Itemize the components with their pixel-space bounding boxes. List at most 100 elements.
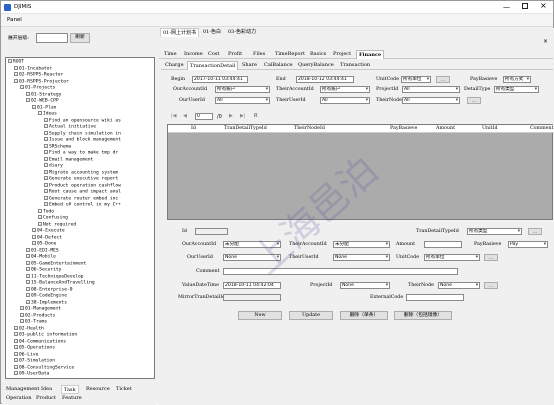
tree-node[interactable]: -02-Products: [20, 312, 55, 319]
tree-node[interactable]: - Issue and block management: [44, 137, 121, 143]
tree-expander-icon[interactable]: -: [44, 117, 48, 122]
valuedate-field[interactable]: 2018-10-11 04:42:04: [223, 282, 281, 289]
tree-expander-icon[interactable]: -: [14, 364, 18, 369]
tab-timereport[interactable]: TimeReport: [273, 50, 307, 59]
tree-expander-icon[interactable]: -: [38, 208, 42, 213]
project-tree[interactable]: - ROOT -01-Incubator -02-RSPPS-Reactor -03-R…: [5, 57, 155, 379]
tree-expander-icon[interactable]: -: [26, 273, 30, 278]
tree-expander-icon[interactable]: -: [44, 130, 48, 135]
tree-expander-icon[interactable]: -: [32, 228, 36, 232]
end-datetime[interactable]: 2018-10-12 03:44:41: [296, 76, 354, 83]
tree-expander-icon[interactable]: -: [20, 319, 24, 323]
grid-col-unitid[interactable]: UnitId: [482, 125, 498, 132]
maximize-icon[interactable]: [522, 3, 528, 9]
ouraccount-filter[interactable]: 所有账户: [215, 86, 270, 93]
tree-node[interactable]: -02-RSPPS-Reactor: [14, 72, 63, 78]
externalcode-field[interactable]: [406, 294, 464, 301]
unitcode-filter[interactable]: 所有单位: [401, 76, 431, 83]
tree-node[interactable]: -05-Done: [32, 241, 56, 247]
tree-expander-icon[interactable]: -: [44, 124, 48, 128]
tree-node[interactable]: -03-EDI-MES: [26, 247, 59, 254]
tab-cost[interactable]: Cost: [206, 50, 221, 59]
tree-expander-icon[interactable]: -: [20, 306, 24, 310]
tree-expander-icon[interactable]: -: [44, 195, 48, 200]
tree-node[interactable]: -01-Strategy: [26, 91, 61, 98]
theiraccount-filter[interactable]: 所有账户: [320, 86, 370, 93]
tree-expander-icon[interactable]: -: [26, 254, 30, 258]
tree-expander-icon[interactable]: -: [32, 104, 36, 109]
comment-field[interactable]: [223, 268, 458, 275]
detailtype-form-select[interactable]: 所有类型: [467, 228, 522, 235]
tree-node[interactable]: - Migrate accounting system: [44, 169, 118, 176]
theirnode-filter[interactable]: All: [402, 97, 460, 104]
tree-node[interactable]: -09-CodeEngine: [26, 293, 67, 299]
tree-expander-icon[interactable]: -: [14, 338, 18, 343]
close-icon[interactable]: ×: [540, 1, 547, 10]
tree-node[interactable]: -01-Plan: [32, 104, 56, 111]
minimize-icon[interactable]: —: [503, 3, 510, 11]
delete-single-button[interactable]: 删除（单条）: [340, 311, 388, 320]
tree-node[interactable]: -05-Operations: [14, 345, 55, 351]
tree-expander-icon[interactable]: -: [14, 72, 18, 76]
tree-node[interactable]: -05-GameEntertainment: [26, 260, 86, 267]
unitcode-form-select[interactable]: 所有单位: [424, 254, 480, 261]
tree-node[interactable]: -04-Defect: [32, 234, 62, 241]
grid-col-theirnodeid[interactable]: TheirNodeId: [294, 125, 325, 132]
tab-color-white[interactable]: 01-色白: [201, 28, 223, 37]
grid-col-paybasieve[interactable]: PayBasieve: [390, 125, 417, 132]
tab-color-power[interactable]: 03-色彩动力: [226, 28, 258, 37]
tree-expander-icon[interactable]: -: [14, 325, 18, 330]
tree-expander-icon[interactable]: -: [32, 234, 36, 239]
tree-node[interactable]: - Generate executive report: [44, 176, 118, 182]
tree-expander-icon[interactable]: -: [44, 176, 48, 180]
ouruser-filter[interactable]: All: [215, 97, 270, 104]
amount-field[interactable]: [424, 241, 462, 248]
tree-node[interactable]: -04-Execute: [32, 228, 65, 234]
tree-expander-icon[interactable]: -: [44, 182, 48, 187]
tree-node[interactable]: - Product operation cashflow: [44, 182, 121, 189]
tree-node[interactable]: -04-Communications: [14, 338, 66, 345]
next-page-icon[interactable]: ▶: [229, 113, 233, 119]
tree-expander-icon[interactable]: -: [14, 78, 18, 83]
tree-expander-icon[interactable]: -: [26, 267, 30, 271]
update-button[interactable]: Update: [289, 311, 333, 320]
tab-share[interactable]: Share: [240, 61, 259, 70]
tree-node[interactable]: -03-public information: [14, 332, 77, 338]
tree-expander-icon[interactable]: -: [44, 150, 48, 154]
tab-resource[interactable]: Resource: [84, 385, 112, 394]
tree-node[interactable]: -04-Mobile: [26, 254, 56, 260]
tab-calbalance[interactable]: CalBalance: [262, 61, 295, 70]
query-button[interactable]: ...: [467, 97, 481, 104]
tab-basics[interactable]: Basics: [308, 50, 328, 59]
tab-task[interactable]: Task: [61, 385, 79, 394]
tree-expander-icon[interactable]: -: [44, 189, 48, 193]
detailtype-filter[interactable]: 所有类型: [494, 86, 539, 93]
tree-node[interactable]: -11-TechniqueDevelop: [26, 273, 84, 280]
projectid-filter[interactable]: All: [402, 86, 460, 93]
tab-product[interactable]: Product: [34, 394, 58, 403]
paybasieve-filter[interactable]: 所有方式: [503, 76, 531, 83]
tree-expander-icon[interactable]: -: [20, 312, 24, 317]
menu-item-panel[interactable]: Panel: [7, 17, 22, 23]
refresh-button[interactable]: 刷新: [70, 33, 90, 43]
tree-expander-icon[interactable]: -: [14, 65, 18, 70]
theiraccount-form-select[interactable]: 未分配: [333, 241, 390, 248]
mirror-field[interactable]: [223, 294, 281, 301]
tab-project[interactable]: Project: [331, 50, 353, 59]
tree-expander-icon[interactable]: -: [44, 169, 48, 174]
theiruser-form-select[interactable]: None: [333, 254, 390, 261]
tree-expander-icon[interactable]: -: [14, 351, 18, 356]
level-input[interactable]: [36, 33, 68, 43]
tree-expander-icon[interactable]: -: [44, 143, 48, 148]
tree-expander-icon[interactable]: -: [20, 85, 24, 89]
tree-node[interactable]: -08-Enterprise-0: [26, 286, 73, 293]
tree-node[interactable]: - Email management: [44, 156, 93, 163]
tab-income[interactable]: Income: [182, 50, 205, 59]
tree-expander-icon[interactable]: -: [32, 241, 36, 245]
tab-querybalance[interactable]: QueryBalance: [296, 61, 336, 70]
delete-with-mirror-button[interactable]: 删除（包括镜像）: [394, 311, 452, 320]
tab-idea[interactable]: Idea: [39, 385, 54, 394]
unitcode-form-picker-button[interactable]: ...: [484, 254, 498, 261]
tree-expander-icon[interactable]: -: [26, 293, 30, 297]
last-page-icon[interactable]: ▶|: [240, 113, 246, 119]
